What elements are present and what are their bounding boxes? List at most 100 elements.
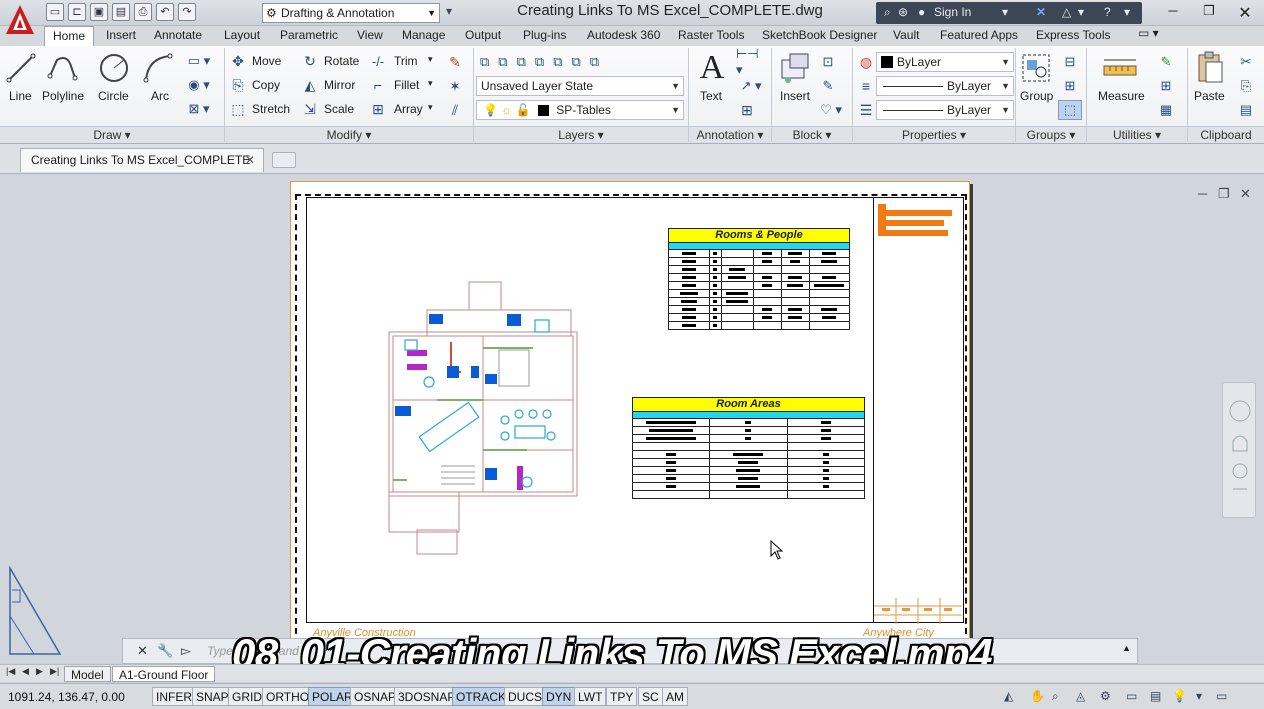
stretch-button[interactable]: Stretch bbox=[252, 102, 290, 116]
calculator-icon[interactable]: ⊞ bbox=[1156, 76, 1176, 96]
toggle-snap[interactable]: SNAP bbox=[192, 687, 233, 706]
autocad-logo-icon[interactable] bbox=[2, 2, 38, 38]
tab-vault[interactable]: Vault bbox=[893, 28, 919, 42]
maximize-icon[interactable]: ❐ bbox=[1196, 3, 1222, 21]
circle-button[interactable]: Circle bbox=[98, 89, 129, 103]
document-tab[interactable]: Creating Links To MS Excel_COMPLETE ✕ bbox=[20, 148, 264, 172]
workspace-switch-icon[interactable]: ⚙ bbox=[1100, 689, 1111, 703]
cut-icon[interactable]: ✂ bbox=[1236, 52, 1256, 72]
tab-model[interactable]: Model bbox=[64, 666, 111, 682]
undo-icon[interactable]: ↶ bbox=[156, 3, 174, 21]
tab-express-tools[interactable]: Express Tools bbox=[1036, 28, 1110, 42]
sign-in-link[interactable]: Sign In bbox=[934, 5, 971, 19]
close-icon[interactable]: ✕ bbox=[1232, 3, 1258, 22]
open-file-icon[interactable]: ⊏ bbox=[68, 3, 86, 21]
workspace-selector[interactable]: ⚙ Drafting & Annotation ▼ bbox=[262, 3, 440, 23]
hardware-icon[interactable]: ▤ bbox=[1150, 689, 1161, 703]
chevron-down-icon[interactable]: ▾ bbox=[1078, 5, 1084, 19]
id-point-icon[interactable]: ▦ bbox=[1156, 100, 1176, 120]
chevron-down-icon[interactable]: ▾ bbox=[428, 54, 433, 65]
next-tab-icon[interactable]: ▶ bbox=[36, 666, 43, 677]
toggle-ducs[interactable]: DUCS bbox=[504, 687, 547, 706]
minimize-icon[interactable]: ─ bbox=[1198, 186, 1207, 201]
copy-clip-icon[interactable]: ⎘ bbox=[1236, 76, 1256, 96]
trim-button[interactable]: Trim bbox=[394, 54, 418, 68]
toggle-sc[interactable]: SC bbox=[638, 687, 663, 706]
match-properties-icon[interactable]: ◍ bbox=[858, 54, 874, 70]
rectangle-icon[interactable]: ▭ ▾ bbox=[184, 52, 214, 70]
polyline-icon[interactable] bbox=[47, 52, 79, 84]
color-select[interactable]: ByLayer ▼ bbox=[876, 52, 1014, 72]
scale-button[interactable]: Scale bbox=[324, 102, 354, 116]
save-as-icon[interactable]: ▤ bbox=[112, 3, 130, 21]
arc-icon[interactable] bbox=[142, 52, 174, 84]
tab-a1-ground-floor[interactable]: A1-Ground Floor bbox=[112, 666, 216, 682]
toggle-infer[interactable]: INFER bbox=[152, 687, 196, 706]
layer-isolate-icon[interactable]: ⧉ bbox=[535, 54, 544, 70]
coordinate-readout[interactable]: 1091.24, 136.47, 0.00 bbox=[8, 690, 125, 704]
insert-button[interactable]: Insert bbox=[780, 89, 810, 103]
restore-icon[interactable]: ❐ bbox=[1218, 186, 1230, 202]
minimize-icon[interactable]: ─ bbox=[1160, 3, 1186, 21]
line-button[interactable]: Line bbox=[9, 89, 32, 103]
create-block-icon[interactable]: ⊡ bbox=[816, 52, 840, 72]
tab-featured-apps[interactable]: Featured Apps bbox=[940, 28, 1018, 42]
layer-state-select[interactable]: Unsaved Layer State ▼ bbox=[476, 76, 684, 96]
mirror-button[interactable]: Mirror bbox=[324, 78, 355, 92]
isolate-icon[interactable]: 💡 bbox=[1172, 689, 1187, 703]
close-icon[interactable]: ✕ bbox=[245, 149, 255, 171]
tab-home[interactable]: Home bbox=[44, 26, 95, 47]
tab-view[interactable]: View bbox=[357, 28, 383, 42]
toggle-otrack[interactable]: OTRACK bbox=[452, 687, 511, 706]
tab-annotate[interactable]: Annotate bbox=[154, 28, 202, 42]
polyline-button[interactable]: Polyline bbox=[42, 89, 84, 103]
offset-icon[interactable]: ⫽ bbox=[444, 100, 466, 120]
table-icon[interactable]: ⊞ bbox=[736, 100, 758, 120]
tab-output[interactable]: Output bbox=[465, 28, 501, 42]
dimension-icon[interactable]: ⊢⊣ ▾ bbox=[736, 46, 766, 77]
text-button[interactable]: Text bbox=[700, 89, 722, 103]
rotate-button[interactable]: Rotate bbox=[324, 54, 359, 68]
layer-freeze-icon[interactable]: ⧉ bbox=[571, 54, 580, 70]
toolbar-lock-icon[interactable]: ▭ bbox=[1126, 689, 1137, 703]
prev-tab-icon[interactable]: ◀ bbox=[22, 666, 29, 677]
tab-raster-tools[interactable]: Raster Tools bbox=[678, 28, 744, 42]
pan-icon[interactable]: ✋ bbox=[1030, 689, 1045, 703]
rooms-people-table[interactable]: Rooms & People bbox=[668, 228, 850, 330]
layer-unisolate-icon[interactable]: ⧉ bbox=[553, 54, 562, 70]
utilities-panel-title[interactable]: Utilities ▾ bbox=[1087, 126, 1187, 143]
circle-icon[interactable] bbox=[98, 52, 130, 84]
last-tab-icon[interactable]: ▶| bbox=[50, 666, 59, 677]
block-panel-title[interactable]: Block ▾ bbox=[772, 126, 852, 143]
zoom-icon[interactable]: ⌕ bbox=[1052, 689, 1059, 704]
chevron-down-icon[interactable]: ▾ bbox=[428, 102, 433, 113]
chevron-down-icon[interactable]: ▾ bbox=[1002, 5, 1008, 19]
tab-layout[interactable]: Layout bbox=[224, 28, 260, 42]
navigation-bar[interactable] bbox=[1222, 382, 1256, 518]
toggle-dyn[interactable]: DYN bbox=[542, 687, 576, 706]
new-tab-button[interactable] bbox=[272, 152, 296, 168]
region-icon[interactable]: ⊠ ▾ bbox=[184, 100, 214, 118]
group-edit-icon[interactable]: ⊞ bbox=[1060, 76, 1080, 96]
quick-select-icon[interactable]: ✎ bbox=[1156, 52, 1176, 72]
exchange-icon[interactable]: ✕ bbox=[1036, 5, 1046, 19]
group-button[interactable]: Group bbox=[1020, 89, 1053, 103]
layer-off-icon[interactable]: ⧉ bbox=[590, 54, 599, 70]
close-icon[interactable]: ✕ bbox=[1240, 186, 1251, 202]
tab-sketchbook-designer[interactable]: SketchBook Designer bbox=[762, 28, 877, 42]
toggle-grid[interactable]: GRID bbox=[228, 687, 266, 706]
copy-button[interactable]: Copy bbox=[252, 78, 280, 92]
layer-select[interactable]: 💡 ☼ 🔓 SP-Tables ▼ bbox=[476, 100, 684, 120]
layer-match-icon[interactable]: ⧉ bbox=[498, 54, 507, 70]
array-button[interactable]: Array bbox=[394, 102, 423, 116]
arc-button[interactable]: Arc bbox=[151, 89, 169, 103]
clean-screen-icon[interactable]: ▭ bbox=[1216, 689, 1227, 703]
erase-icon[interactable]: ✎ bbox=[444, 52, 466, 72]
paste-button[interactable]: Paste bbox=[1194, 89, 1225, 103]
layers-panel-title[interactable]: Layers ▾ bbox=[474, 126, 688, 143]
properties-panel-title[interactable]: Properties ▾ bbox=[853, 126, 1015, 143]
close-icon[interactable]: ✕ bbox=[137, 643, 148, 659]
groups-panel-title[interactable]: Groups ▾ bbox=[1016, 126, 1086, 143]
binoculars-icon[interactable]: ⊛ bbox=[898, 5, 908, 19]
tab-manage[interactable]: Manage bbox=[402, 28, 445, 42]
